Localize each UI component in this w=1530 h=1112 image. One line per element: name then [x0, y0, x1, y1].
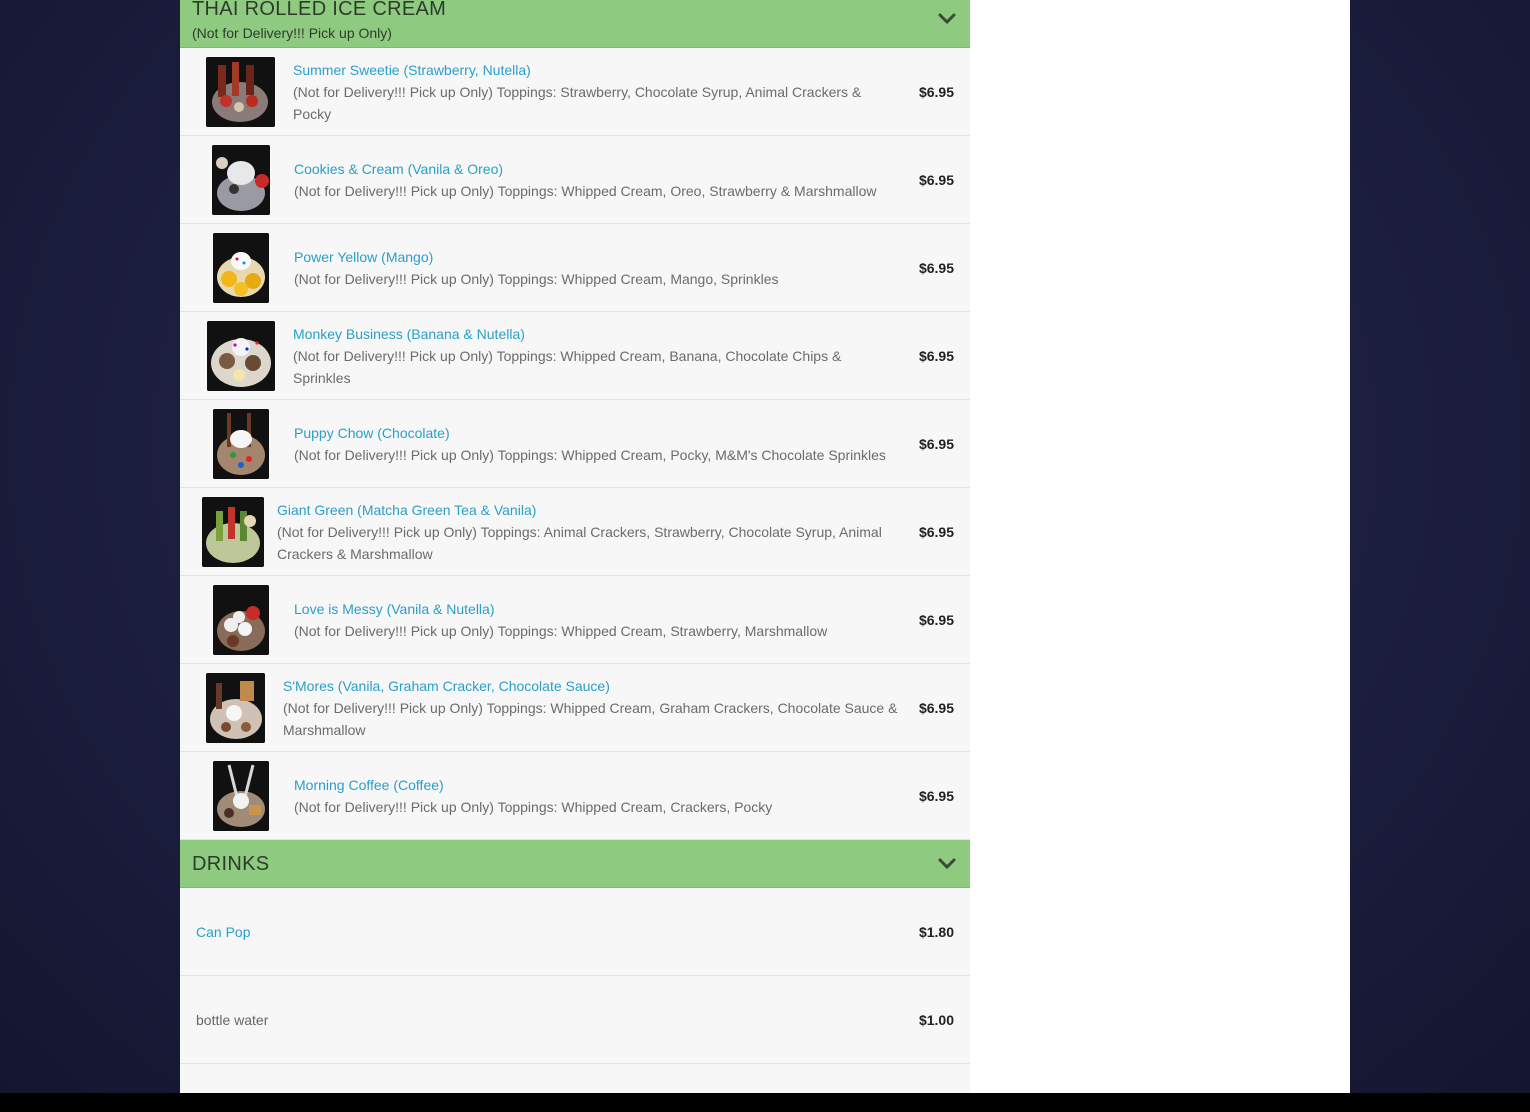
item-name[interactable]: bottle water	[196, 1009, 796, 1031]
item-photo[interactable]	[212, 145, 270, 215]
section-subtitle: (Not for Delivery!!! Pick up Only)	[192, 25, 392, 41]
menu-item[interactable]: Puppy Chow (Chocolate) (Not for Delivery…	[180, 400, 970, 488]
item-name[interactable]: Can Pop	[196, 921, 796, 943]
item-price: $6.95	[918, 787, 954, 804]
menu-item[interactable]: Cookies & Cream (Vanila & Oreo) (Not for…	[180, 136, 970, 224]
item-name[interactable]: Cookies & Cream (Vanila & Oreo)	[294, 158, 894, 180]
item-photo[interactable]	[213, 409, 269, 479]
menu-item[interactable]: Power Yellow (Mango) (Not for Delivery!!…	[180, 224, 970, 312]
item-price: $1.00	[918, 1011, 954, 1028]
chevron-down-icon[interactable]	[938, 10, 956, 28]
item-photo[interactable]	[206, 673, 265, 743]
menu-item[interactable]: Love is Messy (Vanila & Nutella) (Not fo…	[180, 576, 970, 664]
menu-item[interactable]: S'Mores (Vanila, Graham Cracker, Chocola…	[180, 664, 970, 752]
item-description: (Not for Delivery!!! Pick up Only) Toppi…	[293, 347, 842, 386]
menu-item[interactable]: Monkey Business (Banana & Nutella) (Not …	[180, 312, 970, 400]
content-area: THAI ROLLED ICE CREAM (Not for Delivery!…	[180, 0, 1350, 1093]
item-description: (Not for Delivery!!! Pick up Only) Toppi…	[294, 182, 877, 199]
item-name[interactable]: Monkey Business (Banana & Nutella)	[293, 323, 893, 345]
item-price: $6.95	[918, 171, 954, 188]
item-name[interactable]: Giant Green (Matcha Green Tea & Vanila)	[277, 499, 902, 521]
item-description: (Not for Delivery!!! Pick up Only) Toppi…	[294, 622, 828, 639]
item-price: $6.95	[918, 435, 954, 452]
item-photo[interactable]	[207, 321, 275, 391]
section-title: THAI ROLLED ICE CREAM	[192, 0, 447, 20]
item-name[interactable]: Morning Coffee (Coffee)	[294, 774, 894, 796]
menu-item[interactable]: Morning Coffee (Coffee) (Not for Deliver…	[180, 752, 970, 840]
item-name[interactable]: Puppy Chow (Chocolate)	[294, 422, 904, 444]
item-photo[interactable]	[206, 57, 275, 127]
item-price: $1.80	[918, 923, 954, 940]
item-photo[interactable]	[202, 497, 264, 567]
item-description: (Not for Delivery!!! Pick up Only) Toppi…	[293, 83, 862, 122]
item-name[interactable]: Love is Messy (Vanila & Nutella)	[294, 598, 894, 620]
item-price: $6.95	[918, 611, 954, 628]
item-price: $6.95	[918, 523, 954, 540]
item-photo[interactable]	[213, 233, 269, 303]
section-header-thai-rolled-ice-cream[interactable]: THAI ROLLED ICE CREAM (Not for Delivery!…	[180, 0, 970, 48]
item-price: $6.95	[918, 83, 954, 100]
item-price: $6.95	[918, 699, 954, 716]
item-description: (Not for Delivery!!! Pick up Only) Toppi…	[294, 270, 779, 287]
item-description: (Not for Delivery!!! Pick up Only) Toppi…	[294, 446, 886, 463]
item-name[interactable]: S'Mores (Vanila, Graham Cracker, Chocola…	[283, 675, 913, 697]
item-description: (Not for Delivery!!! Pick up Only) Toppi…	[277, 523, 882, 562]
menu-column: THAI ROLLED ICE CREAM (Not for Delivery!…	[180, 0, 970, 1093]
item-photo[interactable]	[213, 585, 269, 655]
footer-bar	[0, 1093, 1530, 1112]
chevron-down-icon[interactable]	[938, 855, 956, 873]
item-name[interactable]: Power Yellow (Mango)	[294, 246, 894, 268]
item-price: $6.95	[918, 347, 954, 364]
menu-item[interactable]: Giant Green (Matcha Green Tea & Vanila) …	[180, 488, 970, 576]
item-name[interactable]: Summer Sweetie (Strawberry, Nutella)	[293, 59, 893, 81]
menu-item[interactable]: Summer Sweetie (Strawberry, Nutella) (No…	[180, 48, 970, 136]
section-header-drinks[interactable]: DRINKS	[180, 840, 970, 888]
menu-item[interactable]: bottle water $1.00	[180, 976, 970, 1064]
item-description: (Not for Delivery!!! Pick up Only) Toppi…	[283, 699, 898, 738]
item-price: $6.95	[918, 259, 954, 276]
item-photo[interactable]	[213, 761, 269, 831]
menu-item[interactable]: Can Pop $1.80	[180, 888, 970, 976]
item-description: (Not for Delivery!!! Pick up Only) Toppi…	[294, 798, 773, 815]
section-title: DRINKS	[192, 853, 270, 875]
